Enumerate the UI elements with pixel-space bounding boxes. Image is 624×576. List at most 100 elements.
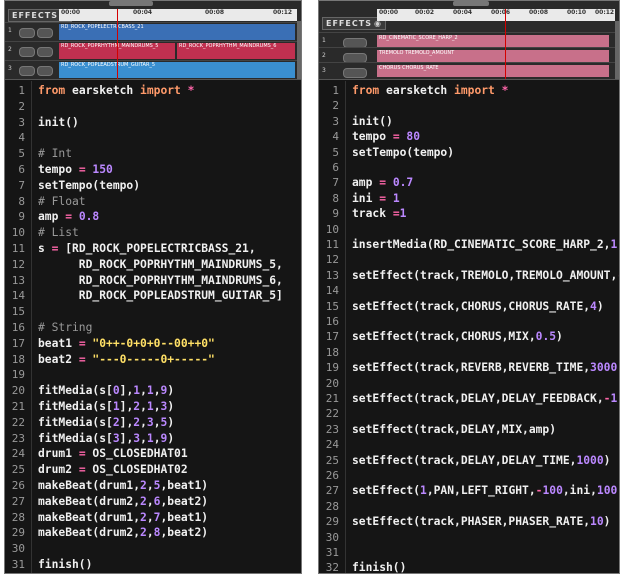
mute-button[interactable] (343, 68, 367, 78)
code-line[interactable]: 24 drum1 = OS_CLOSEDHAT01 (5, 446, 301, 462)
code-line[interactable]: 28 (319, 499, 619, 515)
code-line[interactable]: 27 makeBeat(drum2,2,6,beat2) (5, 494, 301, 510)
code-text: drum1 = OS_CLOSEDHAT01 (38, 447, 188, 461)
code-line[interactable]: 21 fitMedia(s[1],2,1,3) (5, 399, 301, 415)
code-line[interactable]: 2 (319, 98, 619, 114)
code-line[interactable]: 30 (5, 541, 301, 557)
mute-button[interactable] (19, 28, 35, 38)
code-line[interactable]: 10 # List (5, 225, 301, 241)
code-line[interactable]: 19 setEffect(track,REVERB,REVERB_TIME,300… (319, 360, 619, 376)
playhead[interactable] (505, 9, 506, 79)
horizontal-scrollbar[interactable] (109, 1, 153, 6)
audio-clip[interactable]: RD_ROCK_POPLEADSTRUM_GUITAR_5 (59, 62, 295, 78)
code-line[interactable]: 26 (319, 468, 619, 484)
code-line[interactable]: 10 (319, 222, 619, 238)
line-number: 8 (332, 191, 339, 205)
code-line[interactable]: 13 RD_ROCK_POPRHYTHM_MAINDRUMS_6, (5, 273, 301, 289)
code-line[interactable]: 14 (319, 283, 619, 299)
code-line[interactable]: 20 (319, 376, 619, 392)
code-line[interactable]: 12 RD_ROCK_POPRHYTHM_MAINDRUMS_5, (5, 257, 301, 273)
code-line[interactable]: 31 (319, 545, 619, 561)
code-line[interactable]: 25 setEffect(track,DELAY,DELAY_TIME,1000) (319, 453, 619, 469)
vertical-scrollbar[interactable] (615, 21, 619, 79)
code-line[interactable]: 19 (5, 367, 301, 383)
code-line[interactable]: 6 tempo = 150 (5, 162, 301, 178)
code-line[interactable]: 17 setEffect(track,CHORUS,MIX,0.5) (319, 329, 619, 345)
code-line[interactable]: 11 insertMedia(RD_CINEMATIC_SCORE_HARP_2,… (319, 237, 619, 253)
code-line[interactable]: 20 fitMedia(s[0],1,1,9) (5, 383, 301, 399)
code-line[interactable]: 28 makeBeat(drum1,2,7,beat1) (5, 510, 301, 526)
code-line[interactable]: 27 setEffect(1,PAN,LEFT_RIGHT,-100,ini,10… (319, 483, 619, 499)
daw-timeline[interactable]: EFFECTS◉ 00:00 00:04 00:08 00:12 1 RD_RO… (5, 1, 301, 80)
mute-button[interactable] (19, 47, 35, 57)
code-line[interactable]: 5 # Int (5, 146, 301, 162)
code-line[interactable]: 22 fitMedia(s[2],2,3,5) (5, 415, 301, 431)
code-line[interactable]: 26 makeBeat(drum1,2,5,beat1) (5, 478, 301, 494)
code-line[interactable]: 23 fitMedia(s[3],3,1,9) (5, 431, 301, 447)
code-text: setEffect(track,DELAY,DELAY_FEEDBACK,-1) (352, 392, 619, 405)
solo-button[interactable] (37, 66, 53, 76)
code-line[interactable]: 7 amp = 0.7 (319, 175, 619, 191)
code-line[interactable]: 31 finish() (5, 557, 301, 573)
code-line[interactable]: 13 setEffect(track,TREMOLO,TREMOLO_AMOUNT… (319, 268, 619, 284)
code-line[interactable]: 32 finish() (319, 560, 619, 573)
audio-clip[interactable]: RD_ROCK_POPELECTRICBASS_21 (59, 24, 295, 40)
code-line[interactable]: 21 setEffect(track,DELAY,DELAY_FEEDBACK,-… (319, 391, 619, 407)
horizontal-scrollbar[interactable] (453, 1, 489, 6)
playhead[interactable] (117, 9, 118, 79)
code-line[interactable]: 1 from earsketch import * (5, 83, 301, 99)
code-line[interactable]: 11 s = [RD_ROCK_POPELECTRICBASS_21, (5, 241, 301, 257)
code-line[interactable]: 9 amp = 0.8 (5, 209, 301, 225)
code-line[interactable]: 15 (5, 304, 301, 320)
solo-button[interactable] (37, 47, 53, 57)
effects-label: EFFECTS (326, 19, 372, 28)
ruler-tick: 00:10 (567, 9, 587, 16)
effect-envelope[interactable]: TREMOLO TREMOLO_AMOUNT (377, 50, 609, 62)
code-line[interactable]: 25 drum2 = OS_CLOSEDHAT02 (5, 462, 301, 478)
code-line[interactable]: 24 (319, 437, 619, 453)
code-text: fitMedia(s[0],1,1,9) (38, 384, 175, 398)
track-number: 3 (8, 65, 12, 72)
code-line[interactable]: 2 (5, 99, 301, 115)
code-line[interactable]: 15 setEffect(track,CHORUS,CHORUS_RATE,4) (319, 299, 619, 315)
code-line[interactable]: 17 beat1 = "0++-0+0+0--00++0" (5, 336, 301, 352)
solo-button[interactable] (37, 28, 53, 38)
code-line[interactable]: 1 from earsketch import * (319, 83, 619, 99)
code-line[interactable]: 5 setTempo(tempo) (319, 145, 619, 161)
code-text: # Int (38, 147, 73, 161)
code-text: init() (352, 114, 393, 128)
time-ruler[interactable]: 00:00 00:02 00:04 00:06 00:08 00:10 00:1… (377, 9, 615, 21)
track-number: 1 (8, 27, 12, 34)
code-line[interactable]: 16 # String (5, 320, 301, 336)
code-line[interactable]: 22 (319, 406, 619, 422)
code-line[interactable]: 8 ini = 1 (319, 191, 619, 207)
code-line[interactable]: 3 init() (319, 114, 619, 130)
code-line[interactable]: 4 (5, 130, 301, 146)
code-line[interactable]: 3 init() (5, 115, 301, 131)
effect-envelope[interactable]: CHORUS CHORUS_RATE (377, 65, 609, 77)
code-line[interactable]: 6 (319, 160, 619, 176)
code-line[interactable]: 30 (319, 530, 619, 546)
mute-button[interactable] (19, 66, 35, 76)
code-line[interactable]: 4 tempo = 80 (319, 129, 619, 145)
code-line[interactable]: 14 RD_ROCK_POPLEADSTRUM_GUITAR_5] (5, 288, 301, 304)
track-row: 3 CHORUS CHORUS_RATE (319, 62, 619, 81)
code-line[interactable]: 8 # Float (5, 194, 301, 210)
code-line[interactable]: 29 setEffect(track,PHASER,PHASER_RATE,10) (319, 514, 619, 530)
code-text: makeBeat(drum2,2,8,beat2) (38, 526, 209, 540)
vertical-scrollbar[interactable] (297, 21, 301, 79)
code-line[interactable]: 23 setEffect(track,DELAY,MIX,amp) (319, 422, 619, 438)
code-line[interactable]: 18 beat2 = "---0-----0+-----" (5, 352, 301, 368)
daw-timeline[interactable]: EFFECTS ◉ 00:00 00:02 00:04 00:06 00:08 0… (319, 1, 619, 80)
code-line[interactable]: 12 (319, 252, 619, 268)
code-line[interactable]: 29 makeBeat(drum2,2,8,beat2) (5, 525, 301, 541)
track-row: 2 RD_ROCK_POPRHYTHM_MAINDRUMS_5 RD_ROCK_… (5, 41, 301, 60)
code-line[interactable]: 16 (319, 314, 619, 330)
time-ruler[interactable]: 00:00 00:04 00:08 00:12 (59, 9, 297, 21)
code-line[interactable]: 7 setTempo(tempo) (5, 178, 301, 194)
audio-clip[interactable]: RD_ROCK_POPRHYTHM_MAINDRUMS_6 (177, 43, 295, 59)
code-line[interactable]: 9 track =1 (319, 206, 619, 222)
line-number: 19 (11, 368, 25, 382)
line-number: 9 (18, 210, 25, 224)
code-line[interactable]: 18 (319, 345, 619, 361)
